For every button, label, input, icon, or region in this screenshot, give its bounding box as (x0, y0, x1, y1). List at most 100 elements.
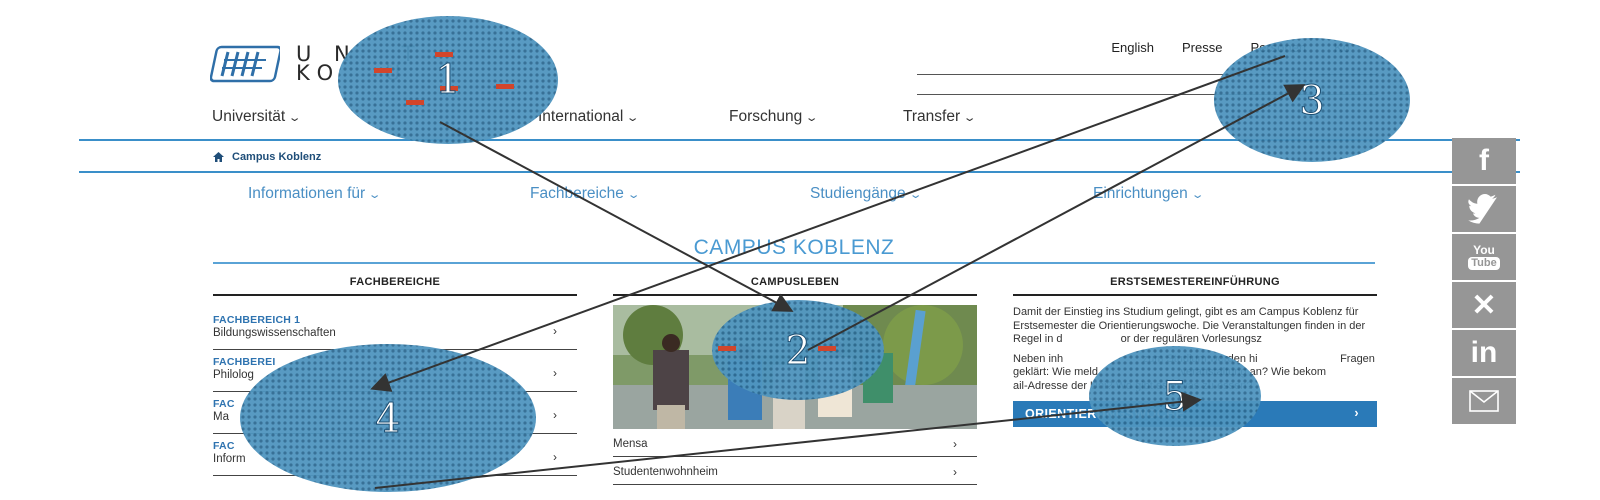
fachbereich-name: Bildungswissenschaften (213, 327, 336, 339)
xing-icon: ✕ (1471, 288, 1497, 322)
youtube-icon: You Tube (1468, 243, 1500, 270)
fachbereich-name: Ma (213, 411, 229, 423)
header-divider-top (79, 139, 1520, 141)
marker-label-1: 1 (435, 57, 460, 103)
chevron-down-icon: ⌄ (367, 189, 382, 201)
marker-1-dash (496, 84, 514, 89)
chevron-down-icon: ⌄ (1190, 189, 1205, 201)
twitter-icon (1468, 194, 1497, 224)
top-links: English Presse Personen Ko (1111, 40, 1350, 55)
marker-1-dash (406, 100, 424, 105)
email-button[interactable] (1452, 378, 1516, 426)
chevron-right-icon: › (553, 408, 557, 422)
nav-international-label: International (538, 108, 624, 125)
nav-transfer[interactable]: Transfer ⌄ (903, 108, 977, 126)
subnav-einrichtungen-label: Einrichtungen (1093, 185, 1188, 202)
xing-button[interactable]: ✕ (1452, 282, 1516, 330)
youtube-icon-top: You (1473, 243, 1495, 257)
top-link-kontakt[interactable]: Ko (1334, 40, 1350, 55)
campusleben-heading: CAMPUSLEBEN (613, 276, 977, 296)
chevron-right-icon: › (953, 437, 957, 451)
home-icon[interactable] (213, 152, 224, 162)
breadcrumb-current[interactable]: Campus Koblenz (232, 151, 321, 163)
title-rule (213, 262, 1375, 264)
photo-illustration (613, 305, 977, 429)
youtube-icon-bottom: Tube (1468, 257, 1500, 270)
campus-sub-navigation: Informationen für ⌄ Fachbereiche ⌄ Studien… (0, 185, 1600, 209)
linkedin-button[interactable]: in (1452, 330, 1516, 378)
chevron-right-icon: › (953, 465, 957, 479)
chevron-down-icon: ⌄ (962, 112, 977, 124)
chevron-down-icon: ⌄ (908, 189, 923, 201)
nav-universitaet-label: Universität (212, 108, 286, 125)
facebook-icon: f (1479, 144, 1489, 177)
subnav-informationen-fuer[interactable]: Informationen für ⌄ (248, 185, 382, 203)
chevron-down-icon: ⌄ (804, 112, 819, 124)
facebook-button[interactable]: f (1452, 138, 1516, 186)
top-link-presse[interactable]: Presse (1182, 40, 1222, 55)
fachbereich-key: FAC (213, 398, 235, 410)
campus-students-photo[interactable] (613, 305, 977, 429)
fachbereich-name: Philolog (213, 369, 254, 381)
fachbereich-key: FACHBEREI (213, 356, 276, 368)
subnav-fachbereiche-label: Fachbereiche (530, 185, 624, 202)
subnav-studiengaenge[interactable]: Studiengänge ⌄ (810, 185, 923, 203)
erstsemester-intro: Damit der Einstieg ins Studium gelingt, … (1013, 306, 1377, 394)
university-name: U N T KO U (296, 44, 423, 85)
subnav-einrichtungen[interactable]: Einrichtungen ⌄ (1093, 185, 1205, 203)
campus-link-mensa[interactable]: Mensa › (613, 429, 977, 457)
fachbereiche-column: FACHBEREICHE FACHBEREICH 1 Bildungswisse… (213, 276, 577, 476)
marker-1-dash (435, 52, 453, 57)
main-navigation: Universität ⌄ International ⌄ Forschung ⌄ T… (212, 108, 1112, 132)
marker-circle-3 (1214, 38, 1410, 162)
fachbereiche-list: FACHBEREICH 1 Bildungswissenschaften › F… (213, 308, 577, 476)
chevron-right-icon: › (1354, 405, 1359, 420)
logo-line-2: KO U (296, 61, 409, 85)
fachbereich-name: Inform (213, 453, 246, 465)
twitter-button[interactable] (1452, 186, 1516, 234)
chevron-right-icon: › (553, 324, 557, 338)
campus-link-studentenwohnheim[interactable]: Studentenwohnheim › (613, 457, 977, 485)
linkedin-icon: in (1470, 336, 1498, 369)
chevron-right-icon: › (553, 366, 557, 380)
intro-paragraph-2: Neben inh zum Studium werden hi Fragen g… (1013, 352, 1409, 392)
nav-universitaet[interactable]: Universität ⌄ (212, 108, 302, 126)
search-field-line-1[interactable] (917, 74, 1377, 75)
fachbereich-key: FACHBEREICH 1 (213, 314, 301, 326)
university-logo[interactable]: U N T KO U (210, 44, 423, 84)
list-item[interactable]: FACHBEREI Philolog › (213, 350, 577, 392)
campusleben-column: CAMPUSLEBEN Mensa › Studentenwohnheim › (613, 276, 977, 485)
chevron-down-icon: ⌄ (287, 112, 302, 124)
orientierungswoche-button[interactable]: ORIENTIERUNGSWOCHE › (1013, 400, 1377, 427)
subnav-fachbereiche[interactable]: Fachbereiche ⌄ (530, 185, 641, 203)
chevron-down-icon: ⌄ (626, 112, 640, 124)
social-sidebar: f You Tube ✕ in (1452, 138, 1516, 426)
youtube-button[interactable]: You Tube (1452, 234, 1516, 282)
top-link-personen[interactable]: Personen (1250, 40, 1306, 55)
nav-forschung[interactable]: Forschung ⌄ (729, 108, 819, 126)
search-field-line-2[interactable] (917, 94, 1377, 95)
nav-international[interactable]: International ⌄ (538, 108, 640, 126)
list-item[interactable]: FAC Inform › (213, 434, 577, 476)
chevron-right-icon: › (553, 450, 557, 464)
list-item[interactable]: FAC Ma › (213, 392, 577, 434)
top-link-english[interactable]: English (1111, 40, 1154, 55)
chevron-down-icon: ⌄ (626, 189, 641, 201)
breadcrumb: Campus Koblenz (213, 151, 321, 163)
nav-forschung-label: Forschung (729, 108, 803, 125)
page-title: CAMPUS KOBLENZ (693, 236, 895, 259)
subnav-studiengaenge-label: Studiengänge (810, 185, 906, 202)
email-icon (1469, 390, 1499, 412)
erstsemester-column: ERSTSEMESTEREINFÜHRUNG Damit der Einstie… (1013, 276, 1377, 427)
subnav-informationen-label: Informationen für (248, 185, 366, 202)
fachbereiche-heading: FACHBEREICHE (213, 276, 577, 296)
list-item[interactable]: FACHBEREICH 1 Bildungswissenschaften › (213, 308, 577, 350)
intro-paragraph-1: Damit der Einstieg ins Studium gelingt, … (1013, 306, 1369, 346)
marker-1-dash (440, 86, 458, 91)
campus-link-label: Mensa (613, 438, 648, 450)
logo-mark-icon (210, 45, 280, 83)
header-divider-bottom (79, 171, 1520, 173)
orientierungswoche-label: ORIENTIERUNGSWOCHE (1025, 406, 1185, 421)
nav-transfer-label: Transfer (903, 108, 961, 125)
erstsemester-heading: ERSTSEMESTEREINFÜHRUNG (1013, 276, 1377, 296)
